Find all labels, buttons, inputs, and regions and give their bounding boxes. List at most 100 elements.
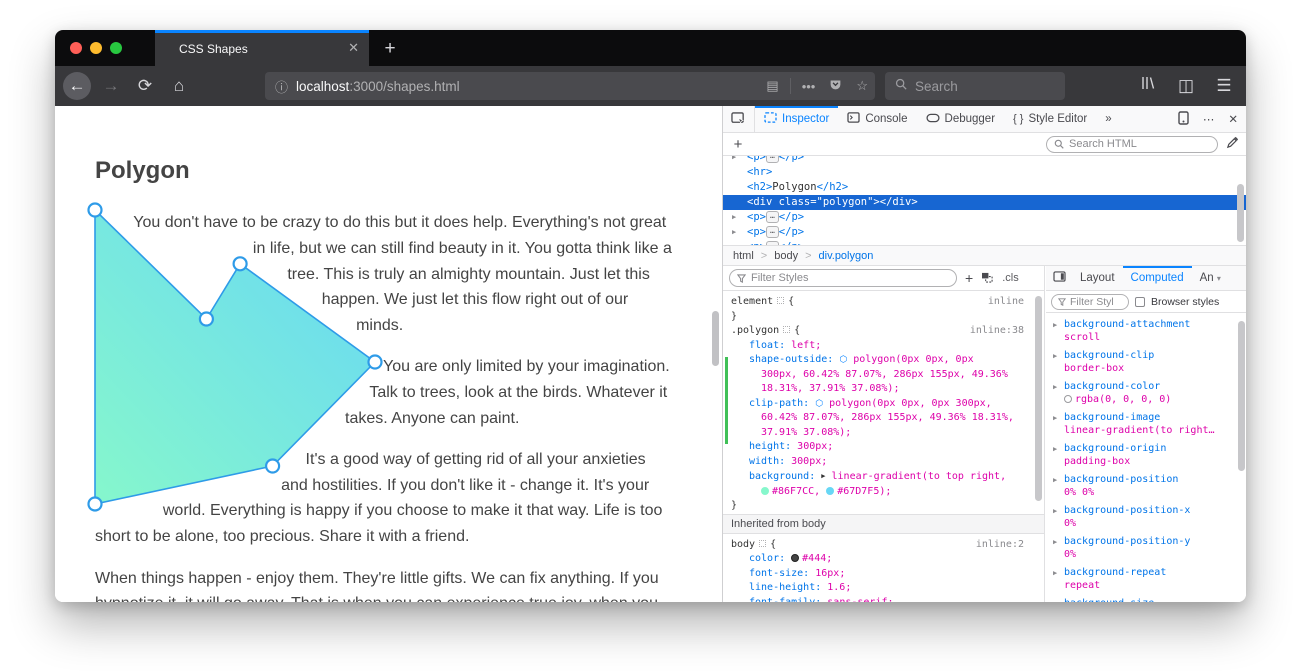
zoom-window-button[interactable] bbox=[110, 42, 122, 54]
filter-computed-input[interactable]: Filter Styl bbox=[1051, 293, 1129, 310]
tab-close-icon[interactable]: ✕ bbox=[348, 40, 359, 56]
breadcrumb-div-polygon[interactable]: div.polygon bbox=[819, 250, 874, 262]
markup-row-p[interactable]: ▶<p>…</p> bbox=[723, 156, 1246, 165]
color-swatch-blue[interactable] bbox=[826, 486, 835, 495]
css-rule-line[interactable]: body{inline:2 bbox=[731, 538, 1036, 553]
markup-row-hr[interactable]: <hr> bbox=[723, 165, 1246, 180]
computed-scrollbar[interactable] bbox=[1238, 321, 1245, 471]
reader-mode-icon[interactable]: ▤ bbox=[766, 78, 778, 94]
css-declaration[interactable]: width: 300px; bbox=[731, 455, 1036, 470]
color-swatch-transparent[interactable] bbox=[1064, 395, 1072, 403]
tab-style-editor[interactable]: { } Style Editor bbox=[1004, 106, 1096, 132]
color-swatch-dark[interactable] bbox=[791, 554, 800, 562]
css-declaration[interactable]: font-family: sans-serif; bbox=[731, 596, 1036, 602]
css-declaration[interactable]: line-height: 1.6; bbox=[731, 581, 1036, 596]
page-actions-icon[interactable]: ••• bbox=[802, 79, 816, 94]
devtools-menu-icon[interactable]: ⋯ bbox=[1203, 112, 1215, 126]
highlight-target-icon[interactable] bbox=[759, 539, 767, 547]
computed-property[interactable]: ▶ background-position 0% 0% bbox=[1052, 473, 1243, 499]
refresh-button[interactable]: ⟳ bbox=[131, 72, 159, 100]
breadcrumb-body[interactable]: body bbox=[774, 250, 798, 262]
vertex-handle[interactable] bbox=[87, 496, 103, 512]
rules-scrollbar[interactable] bbox=[1035, 296, 1042, 501]
more-tabs-button[interactable]: » bbox=[1096, 106, 1120, 132]
search-html-input[interactable]: Search HTML bbox=[1046, 135, 1218, 153]
pocket-icon[interactable] bbox=[829, 78, 842, 94]
devtools-close-icon[interactable]: ✕ bbox=[1228, 112, 1238, 126]
search-bar[interactable]: Search bbox=[885, 72, 1065, 100]
vertex-handle[interactable] bbox=[232, 256, 248, 272]
computed-property[interactable]: ▶ background-color rgba(0, 0, 0, 0) bbox=[1052, 380, 1243, 406]
ellipsis-pill[interactable]: … bbox=[765, 211, 779, 223]
computed-property[interactable]: ▶ background-clip border-box bbox=[1052, 349, 1243, 375]
tab-layout[interactable]: Layout bbox=[1072, 266, 1123, 290]
url-bar[interactable]: ⓘ localhost :3000/shapes.html ▤ ••• ☆ bbox=[265, 72, 875, 100]
breadcrumb-html[interactable]: html bbox=[733, 250, 754, 262]
computed-property[interactable]: ▶ background-attachment scroll bbox=[1052, 318, 1243, 344]
browser-tab[interactable]: CSS Shapes ✕ bbox=[155, 30, 369, 66]
computed-property[interactable]: ▶ background-position-x 0% bbox=[1052, 504, 1243, 530]
back-button[interactable]: ← bbox=[63, 72, 91, 100]
css-rule-line[interactable]: element{inline bbox=[731, 295, 1036, 310]
highlight-target-icon[interactable] bbox=[777, 297, 785, 304]
site-info-icon[interactable]: ⓘ bbox=[275, 77, 288, 96]
highlight-target-icon[interactable] bbox=[783, 326, 791, 333]
markup-row-p[interactable]: ▶<p>…</p> bbox=[723, 225, 1246, 240]
css-declaration[interactable]: shape-outside: ⬡ polygon(0px 0px, 0px bbox=[731, 353, 1036, 368]
css-declaration[interactable]: float: left; bbox=[731, 339, 1036, 354]
computed-property[interactable]: ▶background-size bbox=[1052, 597, 1243, 602]
vertex-handle[interactable] bbox=[198, 311, 215, 327]
css-declaration[interactable]: font-size: 16px; bbox=[731, 567, 1036, 582]
bookmark-star-icon[interactable]: ☆ bbox=[856, 78, 868, 94]
css-declaration[interactable]: color: #444; bbox=[731, 552, 1036, 567]
markup-row-h2[interactable]: <h2>Polygon</h2> bbox=[723, 180, 1246, 195]
vertex-handle[interactable] bbox=[87, 202, 103, 218]
browser-styles-checkbox[interactable] bbox=[1135, 296, 1145, 307]
minimize-window-button[interactable] bbox=[90, 42, 102, 54]
responsive-mode-icon[interactable] bbox=[1178, 110, 1189, 128]
polygon-shape[interactable] bbox=[87, 202, 395, 512]
cls-button[interactable]: .cls bbox=[1002, 272, 1019, 284]
close-window-button[interactable] bbox=[70, 42, 82, 54]
rule-source-link[interactable]: inline:38 bbox=[970, 324, 1024, 339]
expand-sidebar-icon[interactable] bbox=[1046, 271, 1072, 285]
tab-console[interactable]: Console bbox=[838, 106, 916, 132]
ellipsis-pill[interactable]: … bbox=[765, 156, 779, 163]
sidebar-toggle-icon[interactable]: ◫ bbox=[1172, 72, 1200, 100]
css-declaration[interactable]: height: 300px; bbox=[731, 440, 1036, 455]
add-rule-button[interactable]: + bbox=[965, 270, 973, 286]
new-tab-button[interactable]: + bbox=[377, 36, 403, 62]
vertex-handle[interactable] bbox=[367, 354, 383, 370]
ellipsis-pill[interactable]: … bbox=[765, 226, 779, 238]
shape-editor-icon[interactable]: ⬡ bbox=[839, 355, 847, 365]
css-rule-line[interactable]: .polygon{inline:38 bbox=[731, 324, 1036, 339]
pick-element-button[interactable] bbox=[723, 106, 755, 132]
rule-source-link[interactable]: inline:2 bbox=[976, 538, 1024, 553]
computed-property[interactable]: ▶ background-image linear-gradient(to righ… bbox=[1052, 411, 1243, 437]
css-declaration[interactable]: clip-path: ⬡ polygon(0px 0px, 0px 300px, bbox=[731, 397, 1036, 412]
add-node-button[interactable]: + bbox=[723, 136, 753, 153]
markup-scrollbar[interactable] bbox=[1237, 184, 1244, 242]
vertex-handle[interactable] bbox=[265, 458, 281, 474]
computed-property[interactable]: ▶ background-position-y 0% bbox=[1052, 535, 1243, 561]
page-scrollbar[interactable] bbox=[712, 311, 719, 366]
css-declaration[interactable]: background: ▶ linear-gradient(to top rig… bbox=[731, 469, 1036, 485]
computed-property[interactable]: ▶ background-repeat repeat bbox=[1052, 566, 1243, 592]
menu-hamburger-icon[interactable]: ☰ bbox=[1210, 72, 1238, 100]
css-rule-line[interactable]: } bbox=[731, 499, 1036, 514]
color-swatch-green[interactable] bbox=[761, 486, 769, 495]
rule-source-link[interactable]: inline bbox=[988, 295, 1024, 310]
computed-property[interactable]: ▶ background-origin padding-box bbox=[1052, 442, 1243, 468]
css-rule-line[interactable]: } bbox=[731, 310, 1036, 325]
tab-debugger[interactable]: Debugger bbox=[917, 106, 1005, 132]
tab-inspector[interactable]: Inspector bbox=[755, 106, 839, 132]
markup-row-p[interactable]: ▶<p>…</p> bbox=[723, 210, 1246, 225]
home-button[interactable]: ⌂ bbox=[165, 72, 193, 100]
forward-button[interactable]: → bbox=[97, 72, 125, 100]
markup-row-div-polygon-selected[interactable]: <div class="polygon"></div> bbox=[723, 195, 1246, 210]
filter-styles-input[interactable]: Filter Styles bbox=[729, 269, 957, 287]
library-icon[interactable] bbox=[1134, 72, 1162, 100]
tab-animations-truncated[interactable]: An ▾ bbox=[1192, 266, 1229, 290]
toggle-pseudo-class-icon[interactable] bbox=[981, 270, 994, 286]
eyedropper-icon[interactable] bbox=[1218, 136, 1246, 152]
